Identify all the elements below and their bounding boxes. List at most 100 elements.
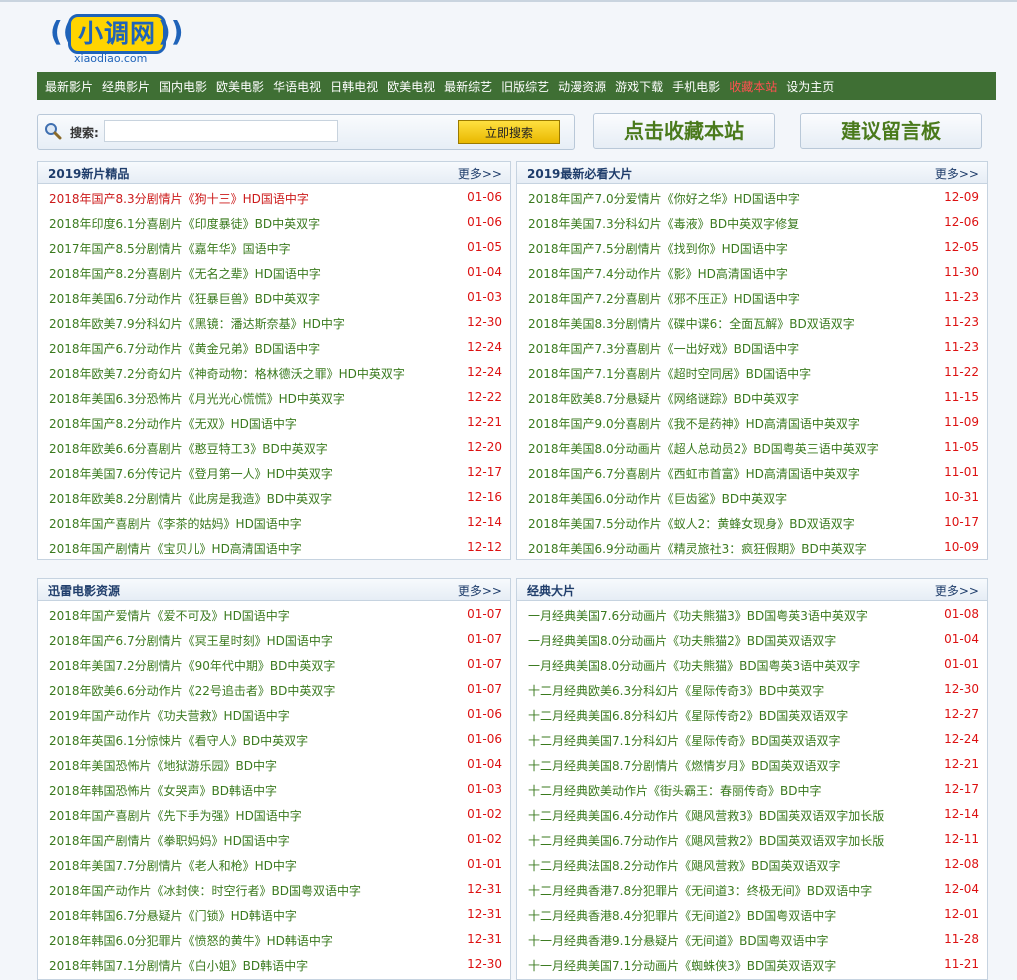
list-item: 十二月经典美国6.8分科幻片《星际传奇2》BD国英双语双字 12-27 <box>517 701 987 726</box>
search-bar: 搜索: 立即搜索 <box>37 114 575 150</box>
movie-link[interactable]: 一月经典美国8.0分动画片《功夫熊猫2》BD国英双语双字 <box>528 632 836 649</box>
nav-item-western-tv[interactable]: 欧美电视 <box>387 78 435 95</box>
movie-link[interactable]: 2018年国产8.2分动作片《无双》HD国语中字 <box>49 415 297 432</box>
bookmark-site-button[interactable]: 点击收藏本站 <box>593 113 775 149</box>
movie-link[interactable]: 一月经典美国7.6分动画片《功夫熊猫3》BD国粤英3语中英双字 <box>528 607 868 624</box>
movie-link[interactable]: 2018年美国6.7分动作片《狂暴巨兽》BD中英双字 <box>49 290 320 307</box>
search-input[interactable] <box>104 120 338 142</box>
date-label: 12-14 <box>944 807 979 821</box>
date-label: 12-31 <box>467 907 502 921</box>
nav-item-old-variety[interactable]: 旧版综艺 <box>501 78 549 95</box>
movie-link[interactable]: 2019年国产动作片《功夫营救》HD国语中字 <box>49 707 290 724</box>
movie-link[interactable]: 十二月经典美国7.1分科幻片《星际传奇》BD国英双语双字 <box>528 732 841 749</box>
movie-link[interactable]: 2018年国产6.7分动作片《黄金兄弟》BD国语中字 <box>49 340 320 357</box>
nav-item-anime[interactable]: 动漫资源 <box>558 78 606 95</box>
date-label: 12-17 <box>944 782 979 796</box>
movie-link[interactable]: 2018年英国6.1分惊悚片《看守人》BD中英双字 <box>49 732 308 749</box>
movie-link[interactable]: 十二月经典香港7.8分犯罪片《无间道3：终极无间》BD双语中字 <box>528 882 872 899</box>
nav-item-latest[interactable]: 最新影片 <box>45 78 93 95</box>
movie-link[interactable]: 十二月经典香港8.4分犯罪片《无间道2》BD国粤双语中字 <box>528 907 836 924</box>
movie-link[interactable]: 2018年韩国6.7分悬疑片《门锁》HD韩语中字 <box>49 907 297 924</box>
movie-link[interactable]: 2018年国产爱情片《爱不可及》HD国语中字 <box>49 607 290 624</box>
more-link[interactable]: 更多>> <box>935 165 979 182</box>
movie-link[interactable]: 2018年美国7.5分动作片《蚁人2：黄蜂女现身》BD双语双字 <box>528 515 855 532</box>
nav-item-latest-variety[interactable]: 最新综艺 <box>444 78 492 95</box>
message-board-button[interactable]: 建议留言板 <box>800 113 982 149</box>
movie-link[interactable]: 2018年国产8.3分剧情片《狗十三》HD国语中字 <box>49 190 309 207</box>
movie-link[interactable]: 2018年美国7.6分传记片《登月第一人》HD中英双字 <box>49 465 333 482</box>
movie-link[interactable]: 2017年国产8.5分剧情片《嘉年华》国语中字 <box>49 240 291 257</box>
movie-link[interactable]: 2018年国产9.0分喜剧片《我不是药神》HD高清国语中英双字 <box>528 415 860 432</box>
nav-item-bookmark[interactable]: 收藏本站 <box>729 78 777 95</box>
movie-link[interactable]: 2018年国产7.4分动作片《影》HD高清国语中字 <box>528 265 788 282</box>
movie-link[interactable]: 2018年韩国恐怖片《女哭声》BD韩语中字 <box>49 782 277 799</box>
movie-link[interactable]: 2018年国产喜剧片《先下手为强》HD国语中字 <box>49 807 302 824</box>
movie-link[interactable]: 2018年美国8.3分剧情片《碟中谍6：全面瓦解》BD双语双字 <box>528 315 855 332</box>
movie-link[interactable]: 2018年美国恐怖片《地狱游乐园》BD中字 <box>49 757 277 774</box>
movie-link[interactable]: 十二月经典欧美动作片《街头霸王：春丽传奇》BD中字 <box>528 782 821 799</box>
nav-item-western-movies[interactable]: 欧美电影 <box>216 78 264 95</box>
nav-item-chinese-tv[interactable]: 华语电视 <box>273 78 321 95</box>
more-link[interactable]: 更多>> <box>935 582 979 599</box>
date-label: 01-08 <box>944 607 979 621</box>
movie-link[interactable]: 2018年国产7.0分爱情片《你好之华》HD国语中字 <box>528 190 800 207</box>
movie-link[interactable]: 2018年国产7.3分喜剧片《一出好戏》BD国语中字 <box>528 340 799 357</box>
movie-link[interactable]: 十二月经典法国8.2分动作片《飓风营救》BD国英双语双字 <box>528 857 841 874</box>
movie-link[interactable]: 2018年美国6.3分恐怖片《月光光心慌慌》HD中英双字 <box>49 390 345 407</box>
search-button[interactable]: 立即搜索 <box>458 120 560 144</box>
movie-link[interactable]: 2018年国产8.2分喜剧片《无名之辈》HD国语中字 <box>49 265 321 282</box>
date-label: 01-07 <box>467 682 502 696</box>
more-link[interactable]: 更多>> <box>458 165 502 182</box>
nav-item-set-homepage[interactable]: 设为主页 <box>786 78 834 95</box>
movie-link[interactable]: 2018年国产动作片《冰封侠：时空行者》BD国粤双语中字 <box>49 882 361 899</box>
movie-link[interactable]: 十二月经典欧美6.3分科幻片《星际传奇3》BD中英双字 <box>528 682 824 699</box>
movie-link[interactable]: 2018年欧美6.6分喜剧片《憨豆特工3》BD中英双字 <box>49 440 328 457</box>
date-label: 01-01 <box>467 857 502 871</box>
movie-link[interactable]: 2018年美国7.3分科幻片《毒液》BD中英双字修复 <box>528 215 799 232</box>
movie-link[interactable]: 2018年美国7.2分剧情片《90年代中期》BD中英双字 <box>49 657 335 674</box>
movie-link[interactable]: 2018年韩国6.0分犯罪片《愤怒的黄牛》HD韩语中字 <box>49 932 333 949</box>
movie-link[interactable]: 十二月经典美国6.4分动作片《飓风营救3》BD国英双语双字加长版 <box>528 807 884 824</box>
nav-item-mobile-movies[interactable]: 手机电影 <box>672 78 720 95</box>
movie-link[interactable]: 十二月经典美国6.8分科幻片《星际传奇2》BD国英双语双字 <box>528 707 848 724</box>
movie-link[interactable]: 2018年国产7.1分喜剧片《超时空同居》BD国语中字 <box>528 365 811 382</box>
movie-link[interactable]: 十一月经典香港9.1分悬疑片《无间道》BD国粤双语中字 <box>528 932 829 949</box>
list-item: 2018年美国8.3分剧情片《碟中谍6：全面瓦解》BD双语双字 11-23 <box>517 309 987 334</box>
date-label: 01-07 <box>467 657 502 671</box>
movie-link[interactable]: 2018年欧美7.9分科幻片《黑镜：潘达斯奈基》HD中字 <box>49 315 345 332</box>
movie-link[interactable]: 2018年美国8.0分动画片《超人总动员2》BD国粤英三语中英双字 <box>528 440 879 457</box>
nav-item-classic[interactable]: 经典影片 <box>102 78 150 95</box>
nav-item-jk-tv[interactable]: 日韩电视 <box>330 78 378 95</box>
date-label: 11-05 <box>944 440 979 454</box>
nav-item-domestic-movies[interactable]: 国内电影 <box>159 78 207 95</box>
movie-link[interactable]: 2018年国产剧情片《拳职妈妈》HD国语中字 <box>49 832 290 849</box>
site-logo[interactable]: (( 小调网 )) xiaodiao.com <box>50 8 190 66</box>
movie-link[interactable]: 2018年欧美7.2分奇幻片《神奇动物：格林德沃之罪》HD中英双字 <box>49 365 405 382</box>
date-label: 01-03 <box>467 290 502 304</box>
movie-link[interactable]: 2018年国产6.7分剧情片《冥王星时刻》HD国语中字 <box>49 632 333 649</box>
movie-link[interactable]: 2018年国产6.7分喜剧片《西虹市首富》HD高清国语中英双字 <box>528 465 860 482</box>
panel-classics: 经典大片 更多>> 一月经典美国7.6分动画片《功夫熊猫3》BD国粤英3语中英双… <box>516 578 988 980</box>
movie-link[interactable]: 2018年国产7.5分剧情片《找到你》HD国语中字 <box>528 240 788 257</box>
movie-link[interactable]: 2018年美国7.7分剧情片《老人和枪》HD中字 <box>49 857 297 874</box>
movie-link[interactable]: 2018年印度6.1分喜剧片《印度暴徒》BD中英双字 <box>49 215 320 232</box>
movie-link[interactable]: 2018年美国6.9分动画片《精灵旅社3：疯狂假期》BD中英双字 <box>528 540 867 557</box>
list-item: 2018年国产6.7分剧情片《冥王星时刻》HD国语中字 01-07 <box>38 626 510 651</box>
search-label: 搜索: <box>70 126 99 140</box>
movie-link[interactable]: 2018年欧美8.2分剧情片《此房是我造》BD中英双字 <box>49 490 332 507</box>
movie-link[interactable]: 2018年欧美8.7分悬疑片《网络谜踪》BD中英双字 <box>528 390 799 407</box>
movie-link[interactable]: 2018年美国6.0分动作片《巨齿鲨》BD中英双字 <box>528 490 787 507</box>
movie-list: 2018年国产7.0分爱情片《你好之华》HD国语中字 12-09 2018年美国7.… <box>517 184 987 559</box>
nav-item-games[interactable]: 游戏下载 <box>615 78 663 95</box>
movie-link[interactable]: 2018年国产7.2分喜剧片《邪不压正》HD国语中字 <box>528 290 800 307</box>
movie-link[interactable]: 十二月经典美国6.7分动作片《飓风营救2》BD国英双语双字加长版 <box>528 832 884 849</box>
movie-link[interactable]: 2018年国产剧情片《宝贝儿》HD高清国语中字 <box>49 540 302 557</box>
date-label: 11-28 <box>944 932 979 946</box>
signal-waves-right-icon: )) <box>158 15 184 48</box>
movie-link[interactable]: 十二月经典美国8.7分剧情片《燃情岁月》BD国英双语双字 <box>528 757 841 774</box>
movie-link[interactable]: 一月经典美国8.0分动画片《功夫熊猫》BD国粤英3语中英双字 <box>528 657 860 674</box>
movie-link[interactable]: 2018年欧美6.6分动作片《22号追击者》BD中英双字 <box>49 682 335 699</box>
list-item: 十二月经典香港7.8分犯罪片《无间道3：终极无间》BD双语中字 12-04 <box>517 876 987 901</box>
more-link[interactable]: 更多>> <box>458 582 502 599</box>
movie-link[interactable]: 2018年国产喜剧片《李茶的姑妈》HD国语中字 <box>49 515 302 532</box>
